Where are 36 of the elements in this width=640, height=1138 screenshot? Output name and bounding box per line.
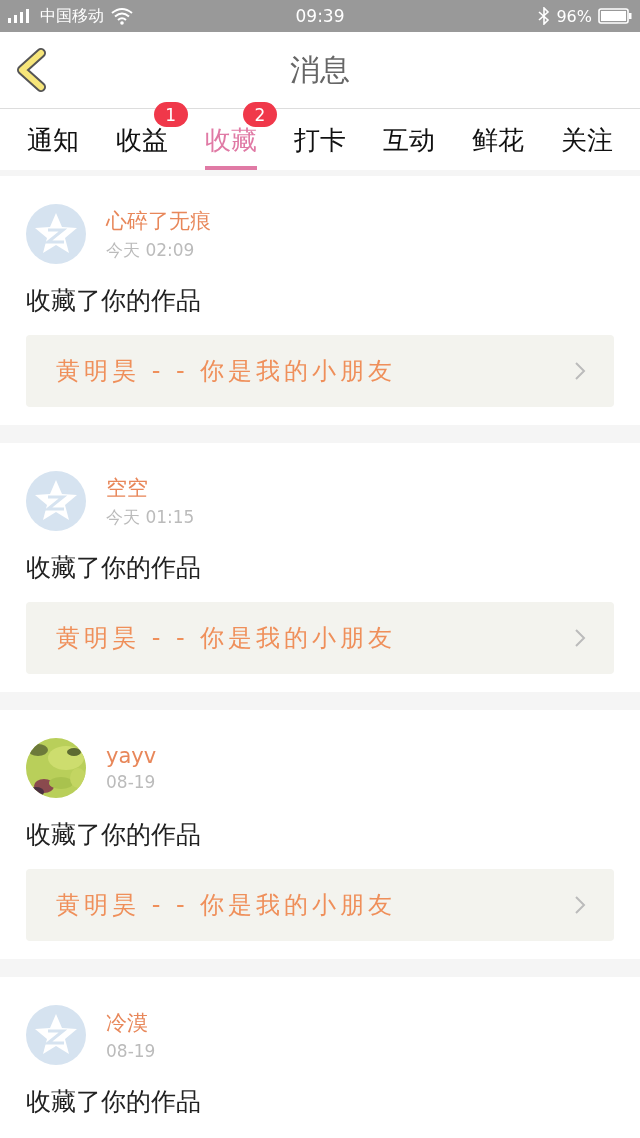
work-link[interactable]: 黄明昊 - - 你是我的小朋友 <box>26 869 614 941</box>
message-time: 今天 02:09 <box>106 238 196 262</box>
message-text: 收藏了你的作品 <box>26 1086 202 1118</box>
user-name[interactable]: 冷漠 <box>106 1009 156 1037</box>
chevron-right-icon <box>574 895 586 915</box>
chevron-right-icon <box>574 361 586 381</box>
page-title: 消息 <box>290 50 350 89</box>
user-name[interactable]: yayv <box>106 744 157 768</box>
count-badge: 1 <box>153 102 188 127</box>
battery-percent: 96% <box>556 6 592 26</box>
count-badge: 2 <box>242 102 277 127</box>
clock-time: 09:39 <box>295 6 345 26</box>
user-name[interactable]: 心碎了无痕 <box>106 206 211 235</box>
chevron-right-icon <box>574 628 586 648</box>
carrier-name: 中国移动 <box>40 5 104 27</box>
bluetooth-icon <box>538 7 551 25</box>
message-text: 收藏了你的作品 <box>26 552 202 584</box>
message-time: 08-19 <box>106 1041 156 1061</box>
message-time: 08-19 <box>106 772 157 792</box>
battery-icon <box>598 8 632 24</box>
work-link[interactable]: 黄明昊 - - 你是我的小朋友 <box>26 335 614 407</box>
tab[interactable]: 打卡 <box>294 109 346 170</box>
wifi-icon <box>110 7 134 25</box>
message-text: 收藏了你的作品 <box>26 819 202 851</box>
user-name[interactable]: 空空 <box>106 473 195 502</box>
tab[interactable]: 互动 <box>383 109 436 170</box>
tab[interactable]: 鲜花 <box>472 109 525 170</box>
message-time: 今天 01:15 <box>106 505 195 529</box>
avatar-icon <box>26 1005 86 1065</box>
tab[interactable]: 关注 <box>561 109 614 170</box>
avatar-icon <box>26 471 86 531</box>
work-link[interactable]: 黄明昊 - - 你是我的小朋友 <box>26 602 614 674</box>
avatar-icon <box>26 204 86 264</box>
message-text: 收藏了你的作品 <box>26 285 202 317</box>
tab[interactable]: 通知 <box>26 109 79 170</box>
back-button[interactable] <box>14 48 48 92</box>
